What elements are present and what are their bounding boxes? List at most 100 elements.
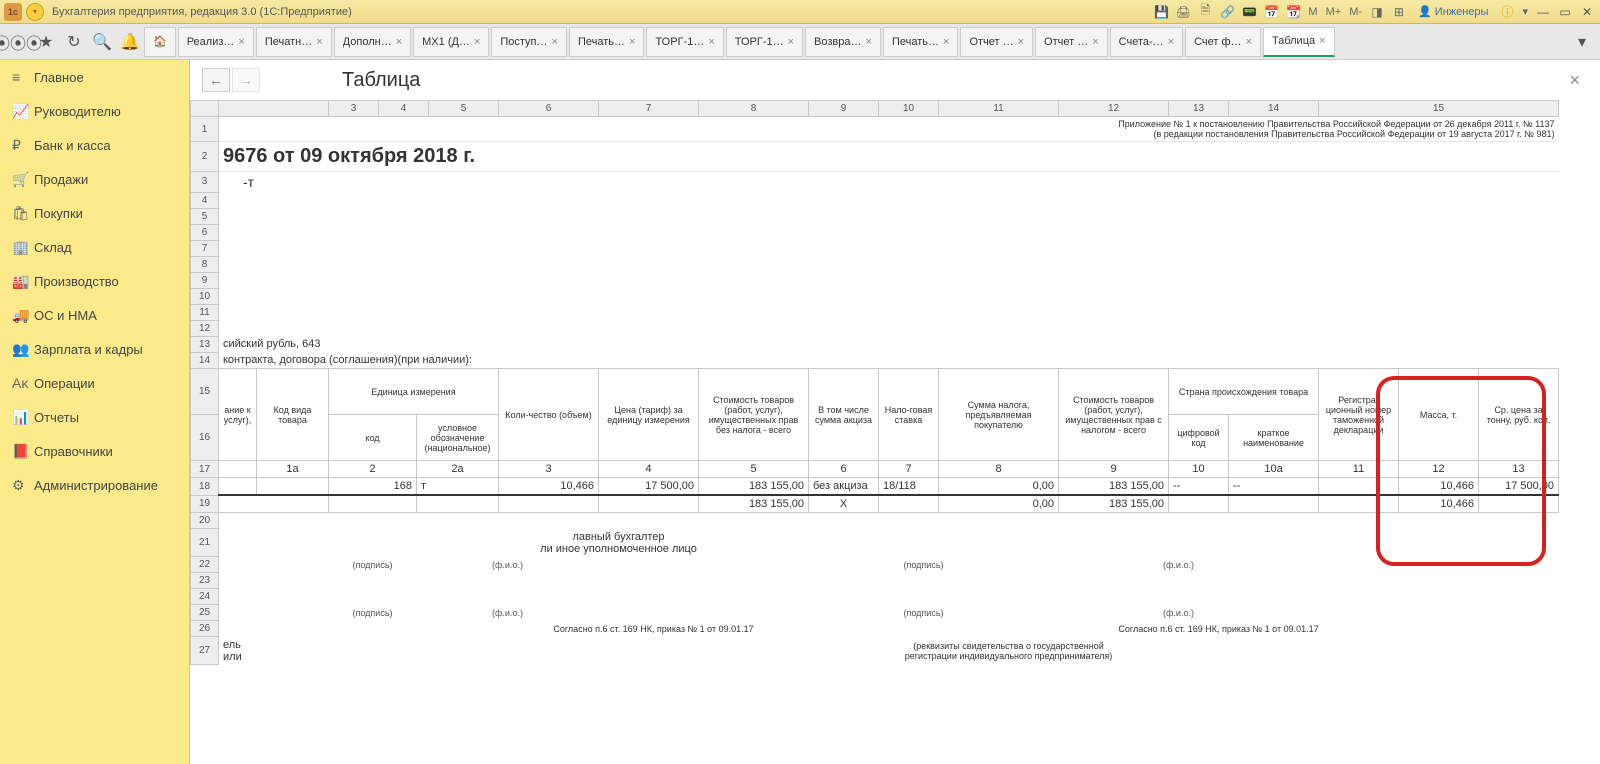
col-header[interactable]: 8 — [699, 101, 809, 117]
row-header[interactable]: 16 — [191, 415, 219, 461]
row-header[interactable]: 25 — [191, 605, 219, 621]
panel-icon[interactable]: ◨ — [1368, 3, 1386, 21]
tab-close-icon[interactable]: × — [1246, 36, 1252, 48]
apps-icon[interactable]: ⦿⦿⦿ — [4, 28, 32, 56]
sidebar-item-purchases[interactable]: 🛍Покупки — [0, 196, 189, 230]
row-header[interactable]: 5 — [191, 208, 219, 224]
sidebar-item-operations[interactable]: АᴋОперации — [0, 366, 189, 400]
row-header[interactable]: 24 — [191, 589, 219, 605]
sidebar-item-bank[interactable]: ₽Банк и касса — [0, 128, 189, 162]
row-header[interactable]: 20 — [191, 513, 219, 529]
history-icon[interactable]: ↻ — [60, 28, 88, 56]
row-header[interactable]: 21 — [191, 529, 219, 557]
tab-close-icon[interactable]: × — [866, 36, 872, 48]
row-header[interactable]: 14 — [191, 352, 219, 369]
row-header[interactable]: 26 — [191, 621, 219, 637]
row-header[interactable]: 2 — [191, 142, 219, 172]
user-label[interactable]: 👤 Инженеры — [1418, 5, 1488, 18]
tab-close-icon[interactable]: × — [708, 36, 714, 48]
sidebar-item-hr[interactable]: 👥Зарплата и кадры — [0, 332, 189, 366]
close-page-button[interactable]: × — [1561, 70, 1588, 91]
tab-close-icon[interactable]: × — [316, 36, 322, 48]
tab-close-icon[interactable]: × — [1319, 35, 1325, 47]
row-header[interactable]: 23 — [191, 573, 219, 589]
link-icon[interactable]: 🔗 — [1218, 3, 1236, 21]
col-header[interactable]: 10 — [879, 101, 939, 117]
panes-icon[interactable]: ⊞ — [1390, 3, 1408, 21]
tab-item[interactable]: Поступ…× — [491, 27, 567, 57]
cell-grand-total[interactable]: 183 155,00 — [1059, 495, 1169, 513]
memory-m[interactable]: M — [1306, 6, 1319, 18]
memory-m-minus[interactable]: M- — [1347, 6, 1364, 18]
nav-forward-button[interactable]: → — [232, 68, 260, 92]
save-icon[interactable]: 💾 — [1152, 3, 1170, 21]
row-header[interactable]: 22 — [191, 557, 219, 573]
tab-close-icon[interactable]: × — [943, 36, 949, 48]
col-header[interactable]: 5 — [429, 101, 499, 117]
tab-item[interactable]: ТОРГ-1…× — [646, 27, 723, 57]
row-header[interactable]: 9 — [191, 272, 219, 288]
tab-home[interactable]: 🏠 — [144, 27, 176, 57]
row-header[interactable]: 17 — [191, 461, 219, 478]
preview-icon[interactable]: 🗎 — [1196, 3, 1214, 21]
titlebar-menu-button[interactable]: ▾ — [26, 3, 44, 21]
col-header[interactable]: 3 — [329, 101, 379, 117]
cell-excise[interactable]: без акциза — [809, 478, 879, 496]
row-header[interactable]: 18 — [191, 478, 219, 496]
tab-item[interactable]: Счет ф…× — [1185, 27, 1261, 57]
sidebar-item-production[interactable]: 🏭Производство — [0, 264, 189, 298]
cell-rate[interactable]: 18/118 — [879, 478, 939, 496]
row-header[interactable]: 3 — [191, 172, 219, 193]
row-header[interactable]: 13 — [191, 336, 219, 352]
row-header[interactable]: 15 — [191, 369, 219, 415]
row-header[interactable]: 27 — [191, 637, 219, 665]
bell-icon[interactable]: 🔔 — [116, 28, 144, 56]
minimize-icon[interactable]: — — [1534, 4, 1552, 20]
col-header[interactable]: 4 — [379, 101, 429, 117]
tab-item[interactable]: Отчет …× — [960, 27, 1033, 57]
cell-sum-total[interactable]: 183 155,00 — [699, 495, 809, 513]
cell-unit[interactable]: т — [417, 478, 499, 496]
tabs-overflow-icon[interactable]: ▾ — [1568, 28, 1596, 56]
col-header[interactable]: 15 — [1319, 101, 1559, 117]
row-header[interactable]: 4 — [191, 192, 219, 208]
memory-m-plus[interactable]: M+ — [1324, 6, 1344, 18]
col-header[interactable]: 6 — [499, 101, 599, 117]
cell-tax[interactable]: 0,00 — [939, 478, 1059, 496]
help-dropdown[interactable]: ▾ — [1520, 5, 1530, 18]
cell-country-name[interactable]: -- — [1229, 478, 1319, 496]
sidebar-item-warehouse[interactable]: 🏢Склад — [0, 230, 189, 264]
sidebar-item-admin[interactable]: ⚙Администрирование — [0, 468, 189, 502]
schedule-icon[interactable]: 📆 — [1284, 3, 1302, 21]
maximize-icon[interactable]: ▭ — [1556, 4, 1574, 20]
tab-item[interactable]: Отчет …× — [1035, 27, 1108, 57]
col-header[interactable]: 7 — [599, 101, 699, 117]
sidebar-item-reports[interactable]: 📊Отчеты — [0, 400, 189, 434]
cell-price[interactable]: 17 500,00 — [599, 478, 699, 496]
calc-icon[interactable]: 📟 — [1240, 3, 1258, 21]
col-header[interactable]: 11 — [939, 101, 1059, 117]
row-header[interactable]: 6 — [191, 224, 219, 240]
cell-mass-total[interactable]: 10,466 — [1399, 495, 1479, 513]
tab-item[interactable]: Печатн…× — [256, 27, 332, 57]
cell-qty[interactable]: 10,466 — [499, 478, 599, 496]
close-icon[interactable]: ✕ — [1578, 4, 1596, 20]
tab-item[interactable]: Счета-…× — [1110, 27, 1183, 57]
tab-close-icon[interactable]: × — [552, 36, 558, 48]
tab-close-icon[interactable]: × — [1092, 36, 1098, 48]
tab-item[interactable]: Возвра…× — [805, 27, 881, 57]
help-icon[interactable]: ⓘ — [1498, 3, 1516, 21]
tab-item[interactable]: МХ1 (Д…× — [413, 27, 489, 57]
sidebar-item-catalogs[interactable]: 📕Справочники — [0, 434, 189, 468]
tab-item[interactable]: Печать…× — [569, 27, 644, 57]
tab-item[interactable]: ТОРГ-1…× — [726, 27, 803, 57]
search-icon[interactable]: 🔍 — [88, 28, 116, 56]
cell-country-code[interactable]: -- — [1169, 478, 1229, 496]
tab-close-icon[interactable]: × — [474, 36, 480, 48]
cell-total[interactable]: 183 155,00 — [1059, 478, 1169, 496]
tab-close-icon[interactable]: × — [788, 36, 794, 48]
nav-back-button[interactable]: ← — [202, 68, 230, 92]
row-header[interactable]: 10 — [191, 288, 219, 304]
tab-close-icon[interactable]: × — [1018, 36, 1024, 48]
calendar-icon[interactable]: 📅 — [1262, 3, 1280, 21]
